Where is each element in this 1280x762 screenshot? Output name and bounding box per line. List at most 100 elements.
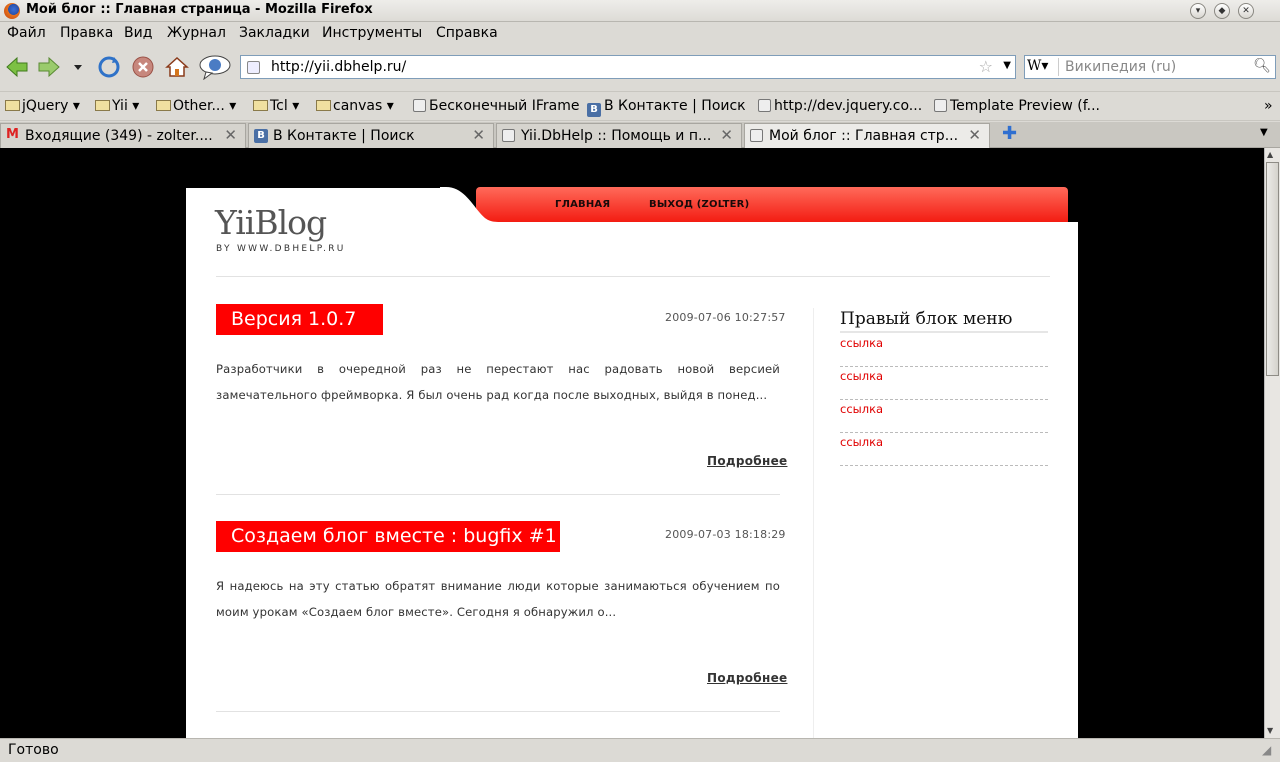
- tab-label: Yii.DbHelp :: Помощь и п...: [521, 128, 712, 144]
- folder-icon: [95, 100, 110, 111]
- sidebar-link[interactable]: ссылка: [840, 367, 1048, 400]
- site-identity-icon[interactable]: [247, 61, 260, 74]
- read-more-link[interactable]: Подробнее: [707, 454, 787, 468]
- nav-home-link[interactable]: ГЛАВНАЯ: [555, 199, 610, 210]
- tab-my-blog[interactable]: Мой блог :: Главная стр... ✕: [744, 123, 990, 148]
- post-divider: [216, 494, 780, 495]
- menu-bar: Файл Правка Вид Журнал Закладки Инструме…: [0, 22, 1280, 44]
- bookmark-vkontakte[interactable]: BВ Контакте | Поиск: [587, 98, 746, 117]
- close-tab-icon[interactable]: ✕: [720, 126, 733, 144]
- menu-history[interactable]: Журнал: [167, 25, 226, 41]
- search-engine-selector[interactable]: W▾: [1027, 58, 1059, 76]
- menu-bookmarks[interactable]: Закладки: [239, 25, 310, 41]
- vertical-scrollbar[interactable]: ▲ ▼: [1264, 148, 1280, 738]
- bookmark-folder-tcl[interactable]: Tcl ▾: [253, 98, 299, 114]
- close-tab-icon[interactable]: ✕: [968, 126, 981, 144]
- nav-logout-link[interactable]: ВЫХОД (ZOLTER): [649, 199, 749, 210]
- tab-yii-dbhelp[interactable]: Yii.DbHelp :: Помощь и п... ✕: [496, 123, 742, 148]
- speech-bubble-icon[interactable]: [198, 54, 232, 80]
- tab-label: Входящие (349) - zolter....: [25, 128, 213, 144]
- new-tab-icon[interactable]: ✚: [1002, 123, 1017, 144]
- folder-icon: [5, 100, 20, 111]
- bookmark-label: Template Preview (f...: [950, 98, 1101, 114]
- bookmark-label: В Контакте | Поиск: [604, 98, 746, 114]
- resize-grip-icon[interactable]: ◢: [1262, 743, 1271, 757]
- maximize-icon[interactable]: ◆: [1214, 3, 1230, 19]
- bookmarks-overflow-icon[interactable]: »: [1264, 98, 1273, 114]
- history-dropdown-icon[interactable]: [68, 54, 88, 80]
- post-excerpt: Разработчики в очередной раз не перестаю…: [216, 362, 780, 402]
- bookmark-label: canvas: [333, 98, 383, 114]
- firefox-icon: [4, 3, 20, 19]
- menu-help[interactable]: Справка: [436, 25, 498, 41]
- blog-logo-subtitle: BY WWW.DBHELP.RU: [216, 244, 346, 254]
- url-text[interactable]: http://yii.dbhelp.ru/: [271, 59, 406, 75]
- close-window-icon[interactable]: ✕: [1238, 3, 1254, 19]
- url-bar[interactable]: http://yii.dbhelp.ru/ ☆ ▼: [240, 55, 1016, 79]
- sidebar-link[interactable]: ссылка: [840, 334, 1048, 367]
- bookmark-star-icon[interactable]: ☆: [979, 57, 993, 76]
- window-title: Мой блог :: Главная страница - Mozilla F…: [26, 2, 373, 17]
- sidebar-link[interactable]: ссылка: [840, 433, 1048, 466]
- stop-icon[interactable]: [130, 54, 156, 80]
- minimize-icon[interactable]: ▾: [1190, 3, 1206, 19]
- bookmark-label: Бесконечный IFrame: [429, 98, 580, 114]
- post-title[interactable]: Версия 1.0.7: [216, 304, 383, 335]
- url-dropdown-icon[interactable]: ▼: [1003, 60, 1011, 71]
- tab-vkontakte[interactable]: B В Контакте | Поиск ✕: [248, 123, 494, 148]
- back-icon[interactable]: [4, 54, 30, 80]
- bookmarks-toolbar: jQuery ▾ Yii ▾ Other... ▾ Tcl ▾ canvas ▾…: [0, 93, 1280, 121]
- bookmark-folder-yii[interactable]: Yii ▾: [95, 98, 139, 114]
- sidebar-divider: [813, 308, 814, 738]
- bookmark-iframe[interactable]: Бесконечный IFrame: [413, 98, 579, 114]
- post-title[interactable]: Создаем блог вместе : bugfix #1: [216, 521, 560, 552]
- bookmark-folder-jquery[interactable]: jQuery ▾: [5, 98, 80, 114]
- tab-list-icon[interactable]: ▼: [1260, 127, 1268, 138]
- vk-icon: B: [254, 129, 268, 143]
- page-viewport: ГЛАВНАЯ ВЫХОД (ZOLTER) YiiBlog BY WWW.DB…: [0, 148, 1264, 738]
- tab-label: В Контакте | Поиск: [273, 128, 415, 144]
- forward-icon[interactable]: [36, 54, 62, 80]
- menu-view[interactable]: Вид: [124, 25, 152, 41]
- scroll-down-icon[interactable]: ▼: [1267, 726, 1273, 735]
- scroll-up-icon[interactable]: ▲: [1267, 150, 1273, 159]
- header-corner: [1066, 222, 1078, 234]
- status-text: Готово: [8, 742, 59, 758]
- sidebar-link[interactable]: ссылка: [840, 400, 1048, 433]
- post-excerpt: Я надеюсь на эту статью обратят внимание…: [216, 579, 780, 619]
- page-icon: [758, 99, 771, 112]
- page-icon: [934, 99, 947, 112]
- bookmark-folder-canvas[interactable]: canvas ▾: [316, 98, 394, 114]
- menu-file[interactable]: Файл: [7, 25, 46, 41]
- script-icon: [413, 99, 426, 112]
- sidebar-title: Правый блок меню: [840, 309, 1048, 333]
- bookmark-template-preview[interactable]: Template Preview (f...: [934, 98, 1100, 114]
- tab-label: Мой блог :: Главная стр...: [769, 128, 959, 144]
- bookmark-label: http://dev.jquery.co...: [774, 98, 923, 114]
- page-icon: [502, 129, 515, 142]
- close-tab-icon[interactable]: ✕: [472, 126, 485, 144]
- search-icon[interactable]: 🔍︎: [1253, 58, 1271, 74]
- folder-icon: [316, 100, 331, 111]
- menu-tools[interactable]: Инструменты: [322, 25, 422, 41]
- scrollbar-thumb[interactable]: [1266, 162, 1279, 376]
- bookmark-label: Tcl: [270, 98, 288, 114]
- status-bar: Готово ◢: [0, 738, 1280, 762]
- gmail-icon: M: [6, 127, 19, 142]
- bookmark-folder-other[interactable]: Other... ▾: [156, 98, 236, 114]
- bookmark-label: Other...: [173, 98, 225, 114]
- search-placeholder[interactable]: Википедия (ru): [1065, 59, 1176, 75]
- close-tab-icon[interactable]: ✕: [224, 126, 237, 144]
- folder-icon: [253, 100, 268, 111]
- reload-icon[interactable]: [96, 54, 122, 80]
- blog-logo[interactable]: YiiBlog: [215, 203, 327, 242]
- read-more-link[interactable]: Подробнее: [707, 671, 787, 685]
- bookmark-jquery-dev[interactable]: http://dev.jquery.co...: [758, 98, 922, 114]
- search-box[interactable]: W▾ Википедия (ru) 🔍︎: [1024, 55, 1276, 79]
- bookmark-label: Yii: [112, 98, 128, 114]
- tab-bar: M Входящие (349) - zolter.... ✕ B В Конт…: [0, 122, 1280, 148]
- home-icon[interactable]: [164, 54, 190, 80]
- menu-edit[interactable]: Правка: [60, 25, 113, 41]
- tab-gmail[interactable]: M Входящие (349) - zolter.... ✕: [0, 123, 246, 148]
- vk-icon: B: [587, 103, 601, 117]
